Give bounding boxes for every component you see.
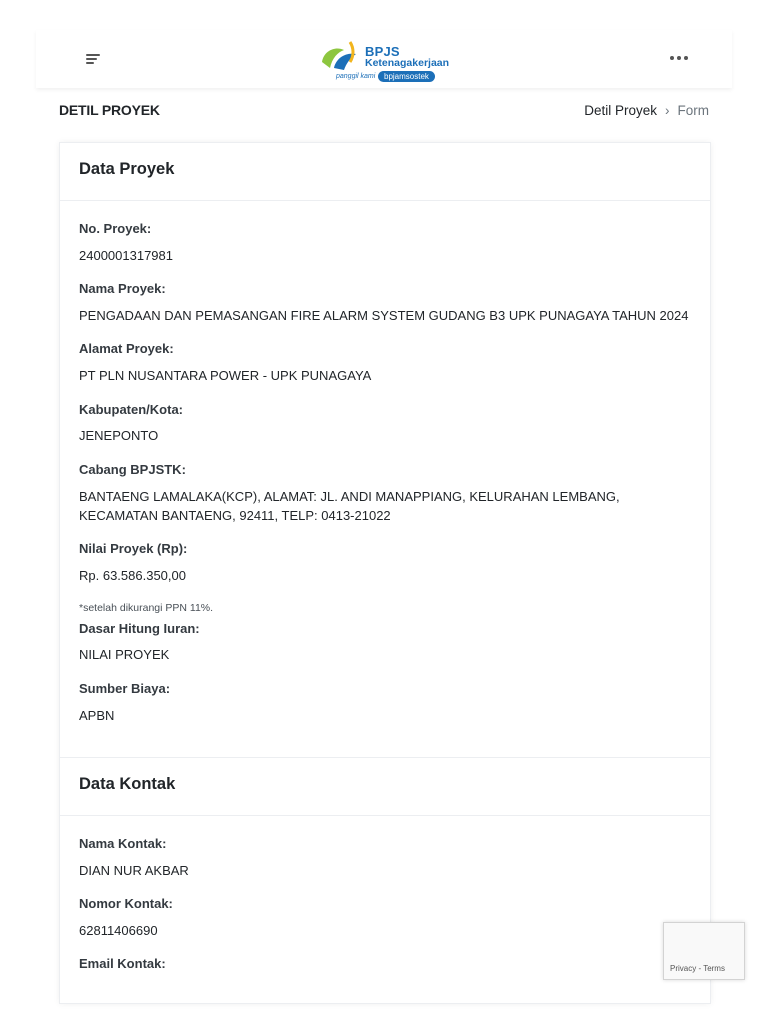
- data-proyek-header: Data Proyek: [60, 143, 710, 201]
- logo-tagline: panggil kami: [336, 73, 376, 80]
- data-proyek-title: Data Proyek: [79, 160, 175, 178]
- field-value-nilai-proyek: Rp. 63.586.350,00: [79, 568, 186, 583]
- breadcrumb: Detil Proyek › Form: [584, 103, 709, 118]
- field-label-sumber-biaya: Sumber Biaya:: [79, 681, 171, 696]
- breadcrumb-current: Form: [677, 103, 710, 118]
- logo-sub-text: Ketenagakerjaan: [365, 57, 450, 69]
- field-label-alamat-proyek: Alamat Proyek:: [79, 341, 174, 356]
- recaptcha-links[interactable]: Privacy - Terms: [670, 964, 725, 973]
- field-label-kabupaten-kota: Kabupaten/Kota:: [79, 402, 183, 417]
- field-label-nama-proyek: Nama Proyek:: [79, 281, 166, 296]
- page-title: DETIL PROYEK: [59, 102, 160, 118]
- field-label-email-kontak: Email Kontak:: [79, 956, 166, 971]
- field-label-nama-kontak: Nama Kontak:: [79, 836, 167, 851]
- field-value-dasar-hitung-iuran: NILAI PROYEK: [79, 647, 170, 662]
- top-navbar: BPJS Ketenagakerjaan panggil kami bpjams…: [36, 30, 732, 88]
- field-value-nama-proyek: PENGADAAN DAN PEMASANGAN FIRE ALARM SYST…: [79, 308, 689, 323]
- nilai-proyek-note: *setelah dikurangi PPN 11%.: [79, 602, 214, 614]
- field-value-sumber-biaya: APBN: [79, 708, 115, 723]
- field-value-nama-kontak: DIAN NUR AKBAR: [79, 863, 189, 878]
- project-detail-card: Data Proyek No. Proyek: 2400001317981 Na…: [59, 142, 711, 1004]
- field-value-cabang-bpjstk: BANTAENG LAMALAKA(KCP), ALAMAT: JL. ANDI…: [79, 489, 620, 523]
- field-label-nomor-kontak: Nomor Kontak:: [79, 896, 173, 911]
- field-value-kabupaten-kota: JENEPONTO: [79, 428, 159, 443]
- field-value-nomor-kontak: 62811406690: [79, 923, 158, 938]
- breadcrumb-separator: ›: [665, 103, 670, 118]
- recaptcha-badge[interactable]: Privacy - Terms: [663, 922, 745, 980]
- bpjs-logo[interactable]: BPJS Ketenagakerjaan panggil kami bpjams…: [320, 40, 460, 86]
- hamburger-icon[interactable]: [86, 54, 102, 66]
- logo-tagline-pill: bpjamsostek: [378, 71, 435, 82]
- data-kontak-title: Data Kontak: [79, 775, 176, 793]
- breadcrumb-detil-proyek[interactable]: Detil Proyek: [584, 103, 657, 118]
- data-kontak-header: Data Kontak: [60, 757, 710, 816]
- bpjs-logo-mark: [322, 41, 356, 70]
- field-label-no-proyek: No. Proyek:: [79, 221, 152, 236]
- field-value-no-proyek: 2400001317981: [79, 248, 173, 263]
- field-label-dasar-hitung-iuran: Dasar Hitung Iuran:: [79, 621, 200, 636]
- field-label-nilai-proyek: Nilai Proyek (Rp):: [79, 541, 188, 556]
- field-value-alamat-proyek: PT PLN NUSANTARA POWER - UPK PUNAGAYA: [79, 368, 372, 383]
- field-label-cabang-bpjstk: Cabang BPJSTK:: [79, 462, 186, 477]
- more-horizontal-icon[interactable]: [670, 56, 688, 62]
